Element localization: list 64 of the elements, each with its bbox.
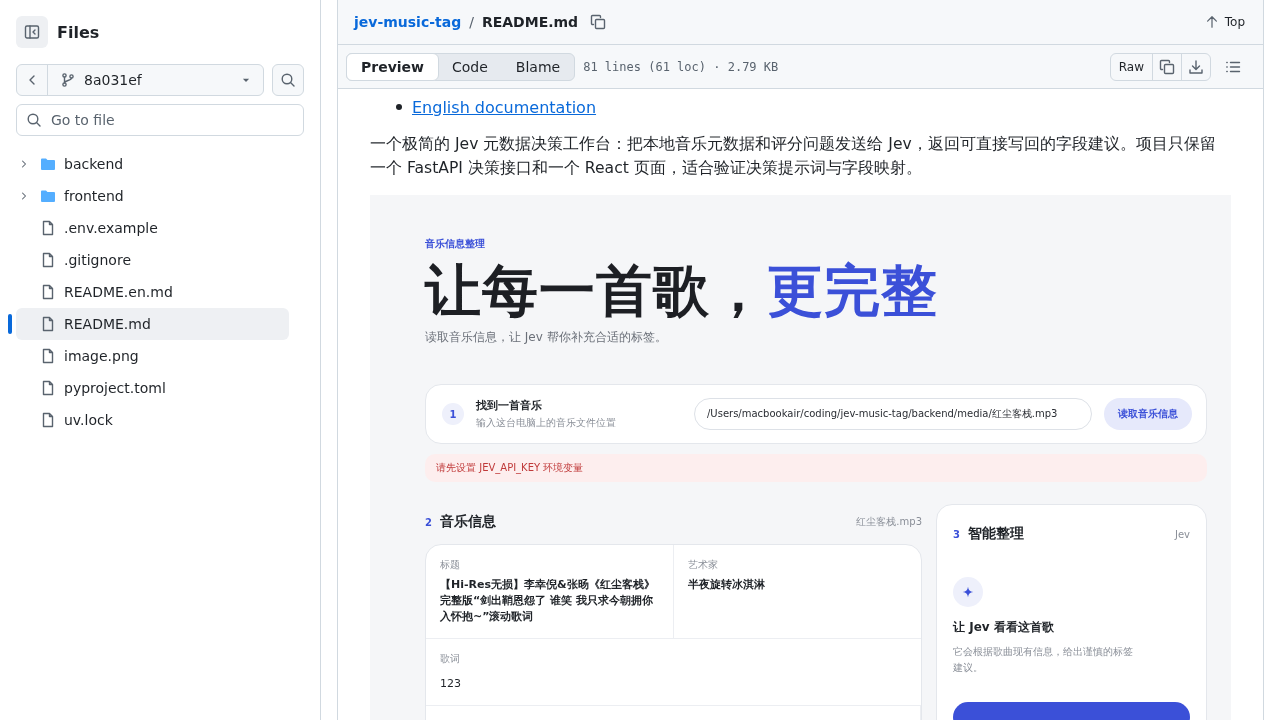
selection-indicator bbox=[8, 314, 12, 334]
tree-item[interactable]: frontend bbox=[16, 180, 289, 212]
assistant-description: 它会根据歌曲现有信息，给出谨慎的标签建议。 bbox=[953, 645, 1133, 675]
tree-item[interactable]: .env.example bbox=[16, 212, 289, 244]
breadcrumb-separator: / bbox=[469, 14, 474, 30]
file-icon bbox=[40, 252, 56, 268]
tree-item[interactable]: .gitignore bbox=[16, 244, 289, 276]
download-icon bbox=[1188, 58, 1204, 75]
sidebar-title: Files bbox=[57, 22, 100, 42]
tree-item[interactable]: README.en.md bbox=[16, 276, 289, 308]
section-title: 智能整理 bbox=[967, 525, 1024, 543]
search-button[interactable] bbox=[272, 64, 304, 96]
file-info: 81 lines (61 loc) · 2.79 KB bbox=[583, 59, 779, 74]
field-label: 艺术家 bbox=[687, 558, 719, 572]
copy-icon bbox=[1159, 58, 1175, 75]
copy-icon bbox=[590, 14, 607, 30]
eyebrow-text: 音乐信息整理 bbox=[425, 237, 486, 251]
subtitle: 读取音乐信息，让 Jev 帮你补充合适的标签。 bbox=[425, 329, 668, 346]
assistant-heading: 让 Jev 看看这首歌 bbox=[953, 619, 1055, 636]
view-tab[interactable]: Preview bbox=[346, 52, 439, 81]
file-icon bbox=[40, 316, 56, 332]
step-number: 1 bbox=[442, 403, 464, 425]
arrow-up-icon bbox=[1204, 15, 1219, 29]
read-music-button[interactable]: 读取音乐信息 bbox=[1104, 398, 1192, 430]
tree-item[interactable]: pyproject.toml bbox=[16, 372, 289, 404]
search-icon bbox=[280, 72, 296, 88]
model-label: Jev bbox=[1174, 528, 1190, 540]
folder-icon bbox=[40, 156, 56, 172]
field-value: 【Hi-Res无损】李幸倪&张旸《红尘客栈》完整版“剑出鞘恩怨了 谁笑 我只求今朝拥你入怀抱~”滚动歌词 bbox=[440, 577, 656, 625]
field-label: 歌词 bbox=[440, 652, 461, 666]
tree-item[interactable]: backend bbox=[16, 148, 289, 180]
view-tab[interactable]: Blame bbox=[501, 53, 575, 80]
headline: 让每一首歌， bbox=[425, 259, 767, 323]
bullet-icon bbox=[396, 104, 402, 110]
section-number: 2 bbox=[425, 516, 432, 528]
headline-accent: 更完整 bbox=[767, 259, 938, 323]
field-value: 123 bbox=[440, 676, 462, 692]
file-name: README.md bbox=[481, 14, 579, 30]
file-icon bbox=[40, 220, 56, 236]
documentation-link[interactable]: English documentation bbox=[412, 97, 597, 117]
field-value: 半夜旋转冰淇淋 bbox=[687, 577, 766, 593]
section-number: 3 bbox=[953, 528, 960, 540]
file-icon bbox=[40, 412, 56, 428]
section-title: 音乐信息 bbox=[439, 513, 496, 531]
file-icon bbox=[40, 284, 56, 300]
go-to-file-field[interactable]: Go to file bbox=[16, 104, 304, 136]
step-title: 找到一首音乐 bbox=[476, 398, 543, 413]
field-label: 标题 bbox=[440, 558, 461, 572]
step-hint: 输入这台电脑上的音乐文件位置 bbox=[476, 416, 617, 430]
collapse-panel-button[interactable] bbox=[16, 16, 48, 48]
folder-icon bbox=[40, 188, 56, 204]
top-button[interactable]: Top bbox=[1202, 15, 1247, 29]
file-label: 红尘客栈.mp3 bbox=[856, 515, 922, 529]
file-icon bbox=[40, 380, 56, 396]
view-tab[interactable]: Code bbox=[438, 53, 502, 80]
tree-item[interactable]: uv.lock bbox=[16, 404, 289, 436]
error-message: 请先设置 JEV_API_KEY 环境变量 bbox=[425, 454, 1207, 482]
panel-icon bbox=[24, 24, 40, 40]
description-text: 一个极简的 Jev 元数据决策工作台：把本地音乐元数据和评分问题发送给 Jev，返回可直接写回的字段建议。项目只保留一个 FastAPI 决策接口和一个 React 页面，适合验证决策提示词与字段映射。 bbox=[370, 134, 1217, 179]
sparkle-icon bbox=[962, 586, 974, 598]
file-icon bbox=[40, 348, 56, 364]
repository-link[interactable]: jev-music-tag bbox=[354, 14, 462, 30]
search-icon bbox=[26, 112, 42, 128]
tree-item[interactable]: image.png bbox=[16, 340, 289, 372]
